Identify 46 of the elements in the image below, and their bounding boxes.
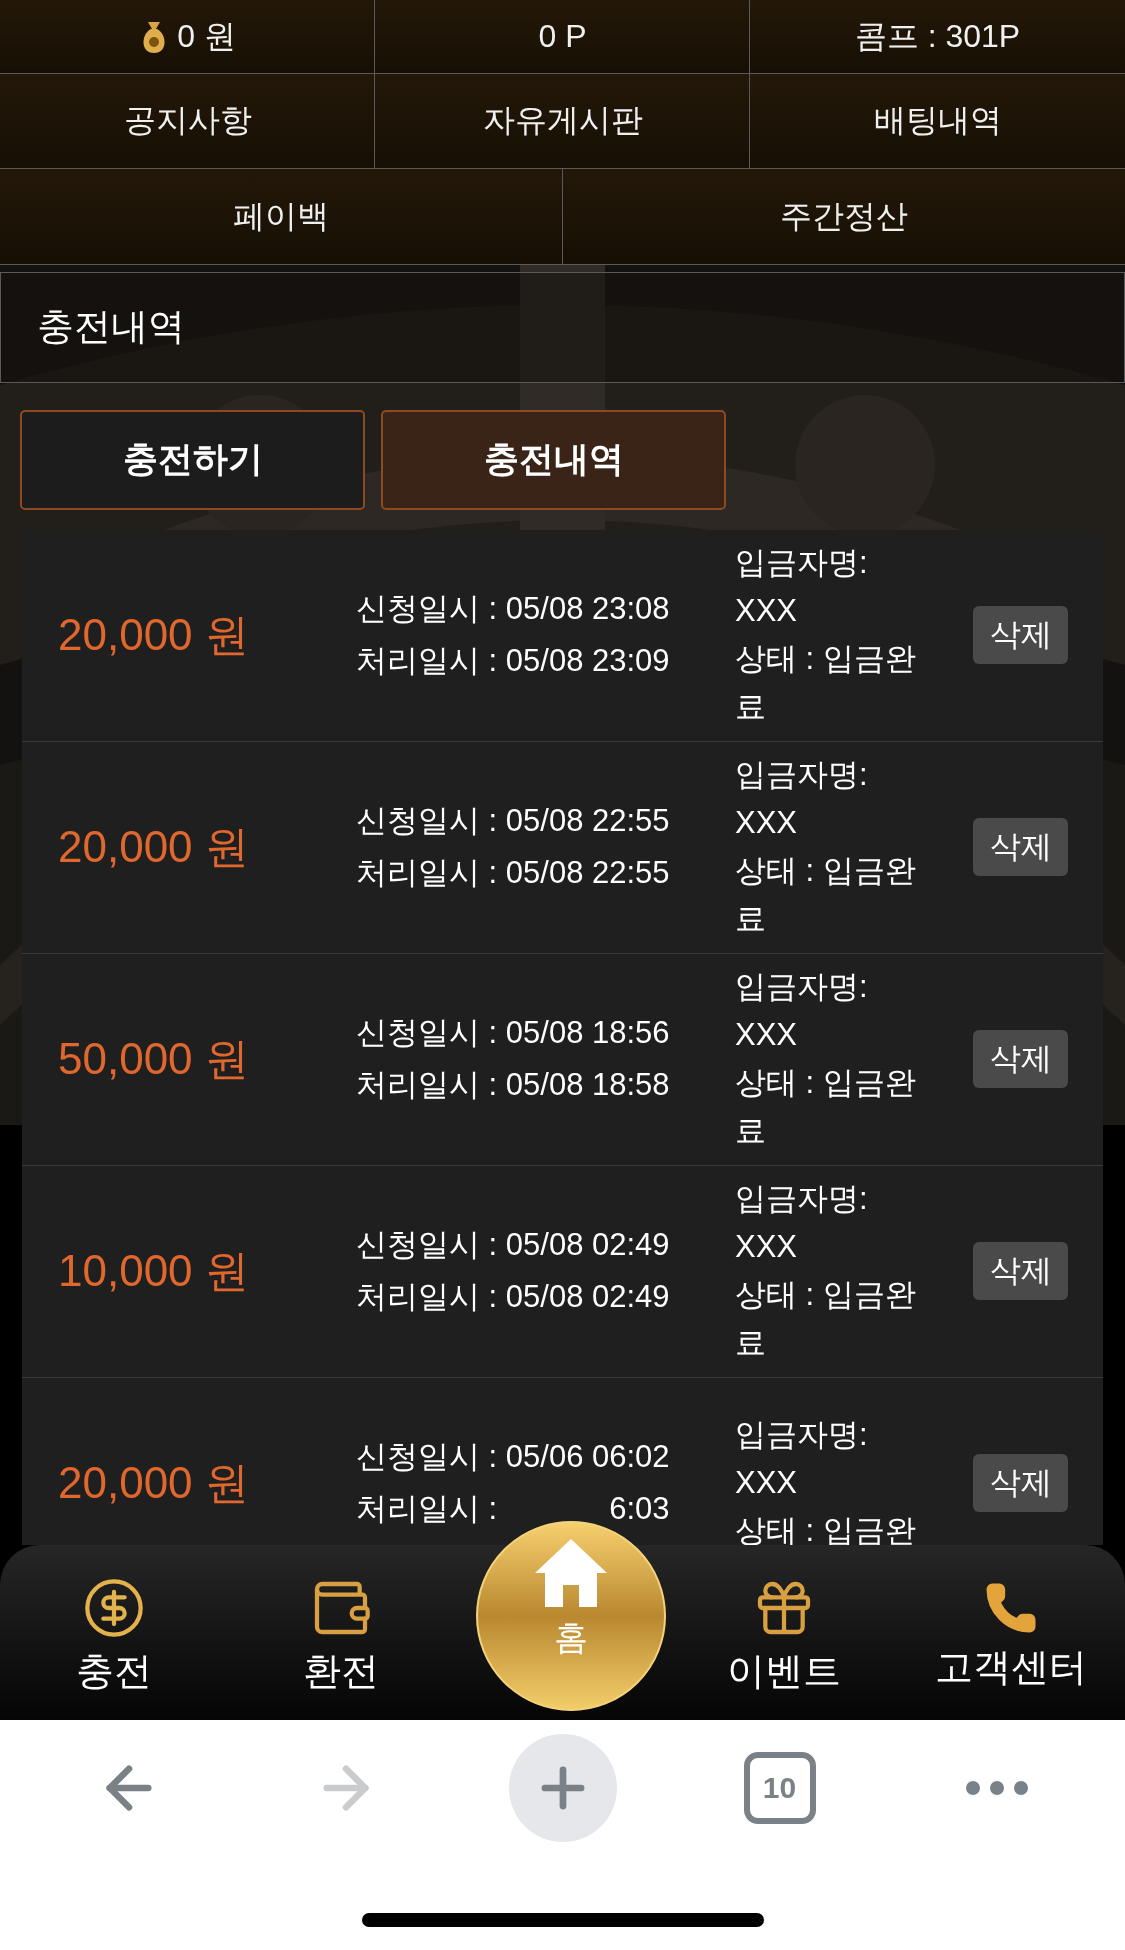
menu-button[interactable]: 페이백 — [0, 168, 564, 266]
delete-button[interactable]: 삭제 — [973, 606, 1068, 664]
process-time-text: 처리일시 : 05/08 18:58 — [356, 1066, 670, 1104]
menu-button[interactable]: 주간정산 — [561, 168, 1125, 266]
process-time-text: 처리일시 : 05/08 22:55 — [356, 854, 670, 892]
tab[interactable]: 충전내역 — [381, 409, 726, 510]
section-title: 충전내역 — [0, 271, 1125, 383]
status-text: 상태 : 입금완료 — [735, 1064, 917, 1150]
menu-button[interactable]: 배팅내역 — [749, 72, 1125, 170]
balance-text: 0 P — [538, 18, 587, 56]
depositor-text: 입금자명: XXX — [735, 968, 869, 1054]
amount-text: 20,000 원 — [58, 820, 250, 873]
tab[interactable]: 충전하기 — [20, 409, 365, 510]
depositor-text: 입금자명: XXX — [735, 1180, 869, 1266]
nav-item[interactable]: 고객센터 — [897, 1545, 1125, 1720]
request-time-text: 신청일시 : 05/08 02:49 — [356, 1226, 670, 1264]
delete-button[interactable]: 삭제 — [973, 1030, 1068, 1088]
request-time-text: 신청일시 : 05/08 22:55 — [356, 802, 670, 840]
request-time-text: 신청일시 : 05/08 18:56 — [356, 1014, 670, 1052]
more-icon — [964, 1779, 1029, 1796]
balance-text: 콤프 : 301P — [854, 16, 1021, 56]
amount-text: 50,000 원 — [58, 1032, 250, 1085]
request-time-text: 신청일시 : 05/08 23:08 — [356, 590, 670, 628]
delete-button[interactable]: 삭제 — [973, 818, 1068, 876]
amount-text: 20,000 원 — [58, 1456, 250, 1509]
process-time-text: 처리일시 : 05/08 02:49 — [356, 1278, 670, 1316]
status-text: 상태 : 입금완료 — [735, 1276, 917, 1362]
depositor-text: 입금자명: XXX — [735, 544, 869, 630]
nav-item[interactable]: 환전 — [227, 1545, 455, 1720]
status-text: 상태 : 입금완 — [735, 1512, 917, 1545]
request-time-text: 신청일시 : 05/06 06:02 — [356, 1438, 670, 1476]
depositor-text: 입금자명: XXX — [735, 756, 869, 842]
amount-text: 20,000 원 — [58, 608, 250, 661]
status-text: 상태 : 입금완료 — [735, 852, 917, 938]
nav-item[interactable]: 충전 — [0, 1545, 228, 1720]
amount-text: 10,000 원 — [58, 1244, 250, 1297]
status-text: 상태 : 입금완료 — [735, 640, 917, 726]
nav-item[interactable]: 이벤트 — [670, 1545, 898, 1720]
process-time-text: 처리일시 : 05/08 23:09 — [356, 642, 670, 680]
tab-count-button[interactable]: 10 — [743, 1751, 816, 1824]
delete-button[interactable]: 삭제 — [973, 1454, 1068, 1512]
depositor-text: 입금자명: XXX — [735, 1416, 869, 1502]
home-icon — [533, 1537, 609, 1609]
balance-text: 0 원 — [177, 16, 236, 56]
menu-button[interactable]: 자유게시판 — [374, 72, 751, 170]
delete-button[interactable]: 삭제 — [973, 1242, 1068, 1300]
